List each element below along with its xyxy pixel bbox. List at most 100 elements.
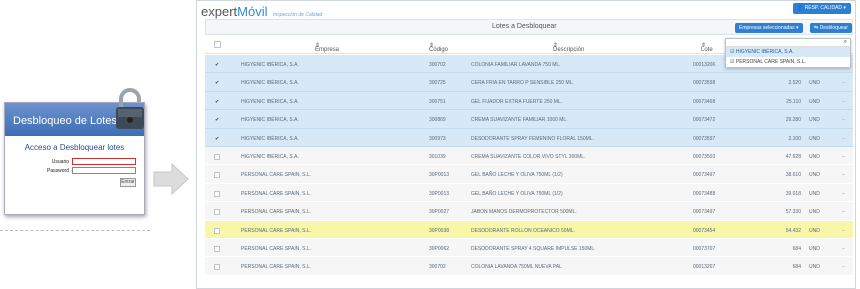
row-menu-icon[interactable]: –	[842, 172, 845, 178]
select-all-checkbox[interactable]	[214, 41, 221, 48]
divider	[0, 230, 150, 231]
row-checkbox[interactable]	[214, 190, 220, 197]
row-menu-icon[interactable]: –	[842, 117, 845, 123]
user-input[interactable]	[72, 158, 136, 165]
col-codigo[interactable]: Código ⇕	[429, 42, 448, 53]
table-row[interactable]: PERSONAL CARE SPAIN, S.L. 30P0062 DESODO…	[205, 238, 853, 258]
cell-codigo: 300973	[429, 135, 446, 142]
cell-unidad: UND	[809, 98, 820, 105]
password-input[interactable]	[72, 167, 136, 174]
table-row[interactable]: HIGYENIC IBÉRICA, S.A. 301039 CREMA SUAV…	[205, 146, 853, 166]
cell-descripcion: GEL BAÑO LECHE Y OLIVA 750ML (1/2)	[471, 172, 563, 179]
cell-empresa: HIGYENIC IBÉRICA, S.A.	[241, 80, 299, 87]
padlock-icon	[112, 88, 148, 137]
row-checkbox[interactable]	[214, 209, 220, 216]
tagline: Inspección de Calidad	[273, 12, 323, 18]
table-row[interactable]: ✔ HIGYENIC IBÉRICA, S.A. 300751 GEL FIJA…	[205, 91, 853, 111]
row-checkbox[interactable]	[214, 227, 220, 234]
cell-lote: 00073598	[693, 80, 716, 87]
cell-unidad: UND	[809, 264, 820, 271]
table-row[interactable]: PERSONAL CARE SPAIN, S.L. 300702 COLONIA…	[205, 257, 853, 276]
panel-title: Lotes a Desbloquear	[492, 23, 557, 30]
cell-lote: 00073707	[693, 245, 716, 252]
row-menu-icon[interactable]: –	[842, 228, 845, 234]
cell-codigo: 300702	[429, 264, 446, 271]
cell-codigo: 30P0013	[429, 172, 450, 179]
row-checkbox[interactable]	[214, 153, 220, 160]
cell-empresa: HIGYENIC IBÉRICA, S.A.	[241, 117, 299, 124]
enter-button[interactable]: Entrar	[120, 178, 136, 187]
cell-empresa: PERSONAL CARE SPAIN, S.L.	[241, 190, 312, 197]
dropdown-search[interactable]: ⌕	[726, 39, 850, 47]
row-checkbox[interactable]	[214, 264, 220, 271]
dropdown-item[interactable]: ☑ PERSONAL CARE SPAIN, S.L.	[726, 57, 850, 67]
cell-lote: 00073597	[693, 135, 716, 142]
row-checkbox[interactable]: ✔	[214, 136, 220, 142]
col-descripcion[interactable]: Descripción ⇕	[553, 42, 584, 53]
row-menu-icon[interactable]: –	[842, 264, 845, 270]
cell-codigo: 30P0062	[429, 245, 450, 252]
cell-empresa: PERSONAL CARE SPAIN, S.L.	[241, 264, 312, 271]
row-checkbox[interactable]: ✔	[214, 80, 220, 86]
row-menu-icon[interactable]: –	[842, 246, 845, 252]
user-icon: 👤	[797, 5, 804, 11]
cell-descripcion: DESODORANTE SPRAY FEMENINO FLORAL 150ML.	[471, 135, 594, 142]
cell-cantidad: 2.100	[788, 135, 801, 142]
table-row[interactable]: PERSONAL CARE SPAIN, S.L. 30P0013 GEL BA…	[205, 183, 853, 203]
cell-cantidad: 39.018	[785, 190, 801, 197]
user-label: Usuario	[51, 158, 69, 165]
arrow-right-icon	[152, 160, 190, 203]
cell-descripcion: DESODORANTE SPRAY 4 SQUARE IMPULSE 150ML…	[471, 245, 596, 252]
row-menu-icon[interactable]: –	[842, 191, 845, 197]
app-window: expertMóvil Inspección de Calidad 👤 RESP…	[196, 0, 856, 289]
cell-descripcion: GEL FIJADOR EXTRA FUERTE 250 ML.	[471, 98, 563, 105]
cell-cantidad: 54.432	[785, 227, 801, 234]
cell-codigo: 300702	[429, 62, 446, 68]
row-checkbox[interactable]	[214, 172, 220, 179]
row-checkbox[interactable]	[214, 245, 220, 252]
check-icon: ☑	[730, 59, 735, 65]
cell-lote: 00073472	[693, 117, 716, 124]
row-menu-icon[interactable]: –	[842, 136, 845, 142]
brand-logo: expertMóvil Inspección de Calidad	[201, 4, 323, 19]
row-menu-icon[interactable]: –	[842, 209, 845, 215]
cell-codigo: 300725	[429, 80, 446, 87]
cell-descripcion: JABON MANOS DERMOPROTECTOR 500ML.	[471, 209, 577, 216]
col-empresa[interactable]: Empresa ⇕	[315, 42, 339, 53]
row-menu-icon[interactable]: –	[842, 99, 845, 105]
cell-cantidad: 57.330	[785, 209, 801, 216]
cell-lote: 00073497	[693, 172, 716, 179]
row-menu-icon[interactable]: –	[842, 154, 845, 160]
cell-lote: 00073454	[693, 227, 716, 234]
cell-descripcion: COLONIA LAVANDA 750ML NUEVA PAL	[471, 264, 562, 271]
chevron-down-icon: ▾	[795, 25, 799, 31]
cell-lote: 00013206	[693, 62, 716, 68]
companies-selected-button[interactable]: Empresas seleccionadas ▾	[735, 23, 803, 33]
table-row[interactable]: PERSONAL CARE SPAIN, S.L. 30P0038 DESODO…	[205, 220, 853, 239]
cell-codigo: 30P0013	[429, 190, 450, 197]
cell-descripcion: GEL BAÑO LECHE Y OLIVA 750ML (1/2)	[471, 190, 563, 197]
cell-unidad: UND	[809, 227, 820, 234]
cell-codigo: 30P0027	[429, 209, 450, 216]
cell-descripcion: CERA FRIA EN TARRO P SENSIBLE 250 ML.	[471, 80, 574, 87]
table-row[interactable]: PERSONAL CARE SPAIN, S.L. 30P0013 GEL BA…	[205, 165, 853, 184]
cell-cantidad: 38.610	[785, 172, 801, 179]
table-row[interactable]: ✔ HIGYENIC IBÉRICA, S.A. 300973 DESODORA…	[205, 128, 853, 147]
cell-unidad: UND	[809, 209, 820, 216]
table-row[interactable]: ✔ HIGYENIC IBÉRICA, S.A. 300869 CREMA SU…	[205, 110, 853, 129]
row-checkbox[interactable]: ✔	[214, 62, 220, 68]
row-checkbox[interactable]: ✔	[214, 117, 220, 123]
table-row[interactable]: PERSONAL CARE SPAIN, S.L. 30P0027 JABON …	[205, 202, 853, 221]
panel-toolbar: Lotes a Desbloquear Empresas seleccionad…	[205, 19, 853, 35]
row-checkbox[interactable]: ✔	[214, 99, 220, 105]
cell-codigo: 300869	[429, 117, 446, 124]
cell-unidad: UND	[809, 117, 820, 124]
unlock-button[interactable]: ⇆ Desbloquear	[810, 23, 852, 33]
user-menu-button[interactable]: 👤 RESP. CALIDAD ▾	[793, 3, 851, 14]
dropdown-item[interactable]: ☑ HIGYENIC IBÉRICA, S.A.	[726, 47, 850, 57]
table-row[interactable]: ✔ HIGYENIC IBÉRICA, S.A. 300725 CERA FRI…	[205, 73, 853, 92]
cell-unidad: UND	[809, 80, 820, 87]
row-menu-icon[interactable]: –	[842, 80, 845, 86]
col-lote[interactable]: Lote ⇕	[701, 42, 713, 53]
cell-codigo: 301039	[429, 153, 446, 160]
